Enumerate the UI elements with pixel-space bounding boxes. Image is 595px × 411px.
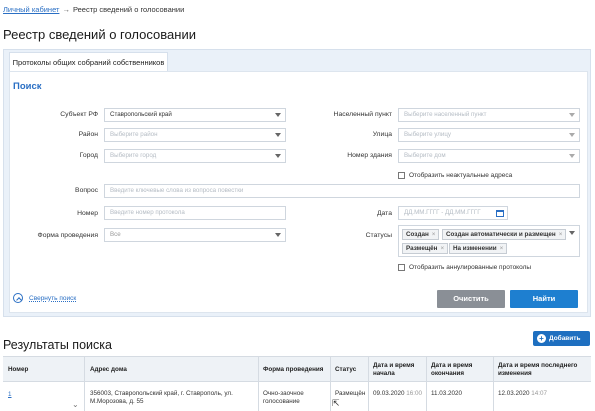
annulled-protocols-label: Отобразить аннулированные протоколы bbox=[409, 264, 532, 271]
add-button[interactable]: + Добавить bbox=[533, 331, 590, 346]
column-header-changed[interactable]: Дата и время последнего изменения bbox=[498, 362, 590, 378]
street-label: Улица bbox=[372, 131, 392, 138]
statuses-multiselect[interactable]: Создан × Создан автоматически и размещен ×… bbox=[398, 225, 580, 257]
question-input[interactable]: Введите ключевые слова из вопроса повест… bbox=[104, 184, 580, 198]
question-placeholder: Введите ключевые слова из вопроса повест… bbox=[110, 187, 244, 194]
chevron-down-icon bbox=[275, 133, 281, 137]
street-placeholder: Выберите улицу bbox=[404, 131, 451, 138]
results-heading: Результаты поиска bbox=[3, 338, 112, 352]
number-input[interactable]: Введите номер протокола bbox=[104, 206, 286, 220]
building-placeholder: Выберите дом bbox=[404, 152, 446, 159]
settlement-select[interactable]: Выберите населенный пункт bbox=[398, 108, 580, 122]
row-changed-date: 12.03.2020 bbox=[498, 390, 530, 397]
close-icon[interactable]: × bbox=[432, 231, 436, 238]
breadcrumb: Личный кабинет → Реестр сведений о голосов… bbox=[3, 5, 184, 14]
status-tag[interactable]: На изменении × bbox=[449, 243, 508, 254]
breadcrumb-separator: → bbox=[62, 5, 70, 14]
mouse-cursor-icon: ⇱ bbox=[332, 398, 340, 408]
expand-chevron-icon[interactable]: ⌄ bbox=[72, 400, 79, 409]
question-label: Вопрос bbox=[75, 187, 98, 194]
column-header-status[interactable]: Статус bbox=[335, 366, 356, 374]
close-icon[interactable]: × bbox=[559, 231, 563, 238]
chevron-down-icon bbox=[275, 113, 281, 117]
row-number-link[interactable]: 1 bbox=[8, 391, 12, 399]
add-button-label: Добавить bbox=[549, 335, 581, 342]
city-label: Город bbox=[79, 152, 98, 159]
chevron-down-icon bbox=[569, 231, 575, 235]
chevron-down-icon bbox=[569, 113, 575, 117]
annulled-protocols-checkbox[interactable] bbox=[398, 264, 405, 271]
find-button[interactable]: Найти bbox=[510, 290, 578, 308]
calendar-icon[interactable] bbox=[496, 210, 504, 217]
status-tag[interactable]: Размещён × bbox=[402, 243, 449, 254]
city-placeholder: Выберите город bbox=[110, 152, 157, 159]
close-icon[interactable]: × bbox=[500, 245, 504, 252]
breadcrumb-home-link[interactable]: Личный кабинет bbox=[3, 5, 59, 14]
status-tag-label: Размещён bbox=[406, 245, 438, 252]
column-header-end[interactable]: Дата и время окончания bbox=[431, 362, 476, 378]
column-header-start[interactable]: Дата и время начала bbox=[373, 362, 418, 378]
chevron-down-icon bbox=[275, 233, 281, 237]
date-range-input[interactable]: ДД.ММ.ГГГГ - ДД.ММ.ГГГГ bbox=[398, 206, 508, 220]
row-address: 356003, Ставропольский край, г. Ставропо… bbox=[90, 390, 233, 405]
clear-button[interactable]: Очистить bbox=[437, 290, 505, 308]
row-start-date: 09.03.2020 bbox=[373, 390, 405, 397]
subject-select[interactable]: Ставропольский край bbox=[104, 108, 286, 122]
status-tag-label: Создан bbox=[406, 231, 429, 238]
collapse-search-link[interactable]: Свернуть поиск bbox=[29, 295, 76, 302]
number-label: Номер bbox=[77, 210, 98, 217]
settlement-label: Населенный пункт bbox=[333, 111, 392, 118]
chevron-down-icon bbox=[569, 154, 575, 158]
breadcrumb-current: Реестр сведений о голосовании bbox=[72, 5, 185, 14]
row-start-time: 16:00 bbox=[406, 390, 423, 397]
date-placeholder: ДД.ММ.ГГГГ - ДД.ММ.ГГГГ bbox=[404, 209, 481, 216]
chevron-down-icon bbox=[275, 154, 281, 158]
row-status: Размещён bbox=[335, 390, 366, 397]
chevron-down-icon bbox=[569, 133, 575, 137]
page-title: Реестр сведений о голосовании bbox=[3, 27, 196, 42]
column-header-form[interactable]: Форма проведения bbox=[263, 366, 323, 374]
status-tag-label: Создан автоматически и размещен bbox=[446, 231, 556, 238]
form-label: Форма проведения bbox=[37, 232, 98, 239]
row-end-date: 11.03.2020 bbox=[431, 390, 463, 397]
row-changed-time: 14:07 bbox=[531, 390, 548, 397]
city-select[interactable]: Выберите город bbox=[104, 149, 286, 163]
district-label: Район bbox=[78, 131, 98, 138]
number-placeholder: Введите номер протокола bbox=[110, 209, 185, 216]
form-select[interactable]: Все bbox=[104, 228, 286, 242]
form-value: Все bbox=[110, 231, 121, 238]
outdated-addresses-checkbox[interactable] bbox=[398, 172, 405, 179]
close-icon[interactable]: × bbox=[440, 245, 444, 252]
building-label: Номер здания bbox=[347, 152, 392, 159]
plus-icon: + bbox=[537, 334, 546, 343]
column-header-number[interactable]: Номер bbox=[8, 366, 28, 374]
status-tag[interactable]: Создан автоматически и размещен × bbox=[442, 229, 567, 240]
street-select[interactable]: Выберите улицу bbox=[398, 128, 580, 142]
district-select[interactable]: Выберите район bbox=[104, 128, 286, 142]
status-tag[interactable]: Создан × bbox=[402, 229, 440, 240]
statuses-label: Статусы bbox=[365, 232, 392, 239]
outdated-addresses-label: Отобразить неактуальные адреса bbox=[409, 172, 513, 179]
chevron-up-icon[interactable] bbox=[13, 293, 23, 303]
date-label: Дата bbox=[376, 210, 392, 217]
row-start: 09.03.2020 16:00 bbox=[373, 390, 422, 398]
status-tag-label: На изменении bbox=[453, 245, 497, 252]
tab-protocols[interactable]: Протоколы общих собраний собственников bbox=[9, 52, 168, 72]
settlement-placeholder: Выберите населенный пункт bbox=[404, 111, 487, 118]
building-select[interactable]: Выберите дом bbox=[398, 149, 580, 163]
row-form: Очно-заочное голосование bbox=[263, 390, 304, 405]
subject-value: Ставропольский край bbox=[110, 111, 172, 118]
row-changed: 12.03.2020 14:07 bbox=[498, 390, 547, 398]
district-placeholder: Выберите район bbox=[110, 131, 158, 138]
subject-label: Субъект РФ bbox=[60, 111, 98, 118]
column-header-address[interactable]: Адрес дома bbox=[90, 366, 127, 374]
search-heading: Поиск bbox=[13, 81, 42, 92]
